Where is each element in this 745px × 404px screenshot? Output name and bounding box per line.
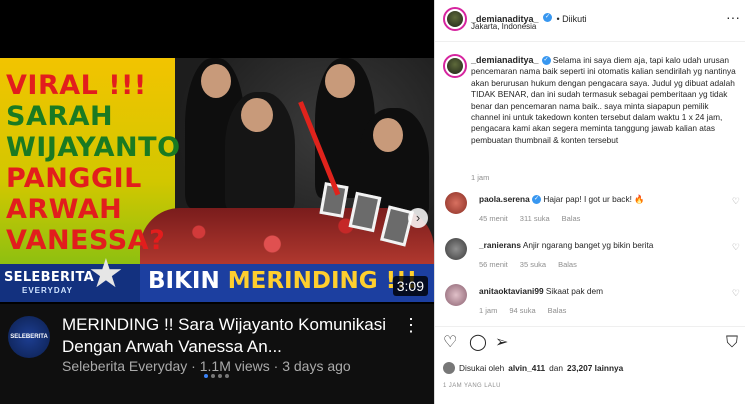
liked-mid: dan — [549, 363, 563, 373]
carousel-dot — [218, 374, 222, 378]
avatar[interactable] — [445, 284, 467, 306]
banner-word: MERINDING !!! — [227, 268, 418, 294]
brand-sub: EVERYDAY — [22, 286, 73, 295]
avatar[interactable] — [443, 7, 467, 31]
avatar[interactable] — [445, 238, 467, 260]
comment-likes[interactable]: 94 suka — [509, 306, 535, 315]
comment-text: Hajar pap! I got ur back! 🔥 — [543, 194, 645, 204]
post-header: _demianaditya_ ✓ • Diikuti Jakarta, Indo… — [435, 0, 745, 42]
verified-icon: ✓ — [541, 56, 551, 66]
caption-username[interactable]: _demianaditya_ — [471, 55, 539, 65]
post-media: VIRAL !!! SARAH WIJAYANTO PANGGIL ARWAH … — [0, 0, 434, 404]
avatar[interactable] — [445, 192, 467, 214]
person-face — [201, 64, 231, 98]
comment-likes[interactable]: 35 suka — [520, 260, 546, 269]
share-icon[interactable]: ➢ — [495, 335, 508, 351]
liked-count[interactable]: 23,207 lainnya — [567, 363, 623, 373]
post-sidebar: _demianaditya_ ✓ • Diikuti Jakarta, Indo… — [434, 0, 745, 404]
brand-name: SELEBERITA — [4, 270, 94, 285]
carousel-dot — [225, 374, 229, 378]
more-icon[interactable]: ⋮ — [402, 316, 420, 334]
headline-line: ARWAH — [6, 194, 123, 225]
video-duration: 3:09 — [392, 276, 428, 296]
comment-time: 56 menit — [479, 260, 508, 269]
star-icon: ★ — [88, 252, 124, 296]
avatar[interactable] — [443, 54, 467, 78]
video-info-row[interactable]: SELEBERITA MERINDING !! Sara Wijayanto K… — [0, 304, 434, 404]
action-bar: ♡ ◯ ➢ ⛉ — [435, 326, 745, 356]
video-title[interactable]: MERINDING !! Sara Wijayanto Komunikasi D… — [62, 314, 392, 358]
person-face — [373, 118, 403, 152]
avatar[interactable] — [443, 362, 455, 374]
liked-by: Disukai oleh alvin_411 dan 23,207 lainny… — [443, 362, 623, 374]
heart-icon[interactable]: ♡ — [443, 335, 457, 351]
location[interactable]: Jakarta, Indonesia — [471, 22, 536, 31]
person-face — [325, 64, 355, 98]
carousel-dot — [204, 374, 208, 378]
comment-meta: 56 menit 35 suka Balas — [479, 260, 577, 269]
headline-line: VIRAL !!! — [6, 70, 147, 101]
caption-time: 1 jam — [471, 173, 490, 182]
heart-icon[interactable]: ♡ — [732, 242, 740, 253]
comment-time: 45 menit — [479, 214, 508, 223]
comment-icon[interactable]: ◯ — [469, 335, 487, 351]
comment-text: Sikaat pak dem — [545, 286, 604, 296]
comment-meta: 45 menit 311 suka Balas — [479, 214, 580, 223]
comment-body: anitaoktaviani99 Sikaat pak dem — [479, 286, 715, 297]
verified-icon: ✓ — [532, 195, 542, 205]
banner-text: BIKIN MERINDING !!! — [148, 268, 417, 294]
comment-text: Anjir ngarang banget yg bikin berita — [522, 240, 654, 250]
caption-text: Selama ini saya diem aja, tapi kalo udah… — [471, 55, 736, 145]
reply-button[interactable]: Balas — [548, 306, 567, 315]
reply-button[interactable]: Balas — [558, 260, 577, 269]
post-time-ago: 1 JAM YANG LALU — [443, 383, 501, 389]
heart-icon[interactable]: ♡ — [732, 196, 740, 207]
comment-body: paola.serena ✓ Hajar pap! I got ur back!… — [479, 194, 715, 205]
video-thumbnail[interactable]: VIRAL !!! SARAH WIJAYANTO PANGGIL ARWAH … — [0, 58, 434, 302]
comment-time: 1 jam — [479, 306, 498, 315]
bookmark-icon[interactable]: ⛉ — [726, 335, 738, 351]
thumbnail-headline: VIRAL !!! SARAH WIJAYANTO PANGGIL ARWAH … — [6, 70, 181, 256]
liked-user[interactable]: alvin_411 — [508, 363, 545, 373]
headline-line: SARAH — [6, 101, 114, 132]
channel-avatar[interactable]: SELEBERITA — [8, 316, 50, 358]
carousel-dot — [211, 374, 215, 378]
headline-line: WIJAYANTO — [6, 132, 181, 163]
reply-button[interactable]: Balas — [562, 214, 581, 223]
chevron-right-icon[interactable]: › — [408, 208, 428, 228]
comment-username[interactable]: _ranierans — [479, 240, 521, 250]
video-meta: Seleberita Everyday · 1.1M views · 3 day… — [62, 358, 351, 374]
comment-meta: 1 jam 94 suka Balas — [479, 306, 566, 315]
banner-word: BIKIN — [148, 268, 220, 294]
verified-icon: ✓ — [542, 13, 552, 23]
comment-likes[interactable]: 311 suka — [520, 214, 550, 223]
headline-line: PANGGIL — [6, 163, 142, 194]
follow-status[interactable]: Diikuti — [562, 14, 587, 24]
liked-prefix: Disukai oleh — [459, 363, 505, 373]
carousel-dots — [204, 374, 229, 378]
comment-body: _ranierans Anjir ngarang banget yg bikin… — [479, 240, 715, 251]
comment-username[interactable]: paola.serena — [479, 194, 530, 204]
comment-username[interactable]: anitaoktaviani99 — [479, 286, 544, 296]
more-icon[interactable]: ··· — [726, 9, 740, 25]
heart-icon[interactable]: ♡ — [732, 288, 740, 299]
person-face — [241, 98, 273, 132]
post-caption: _demianaditya_ ✓ Selama ini saya diem aja… — [471, 55, 737, 146]
